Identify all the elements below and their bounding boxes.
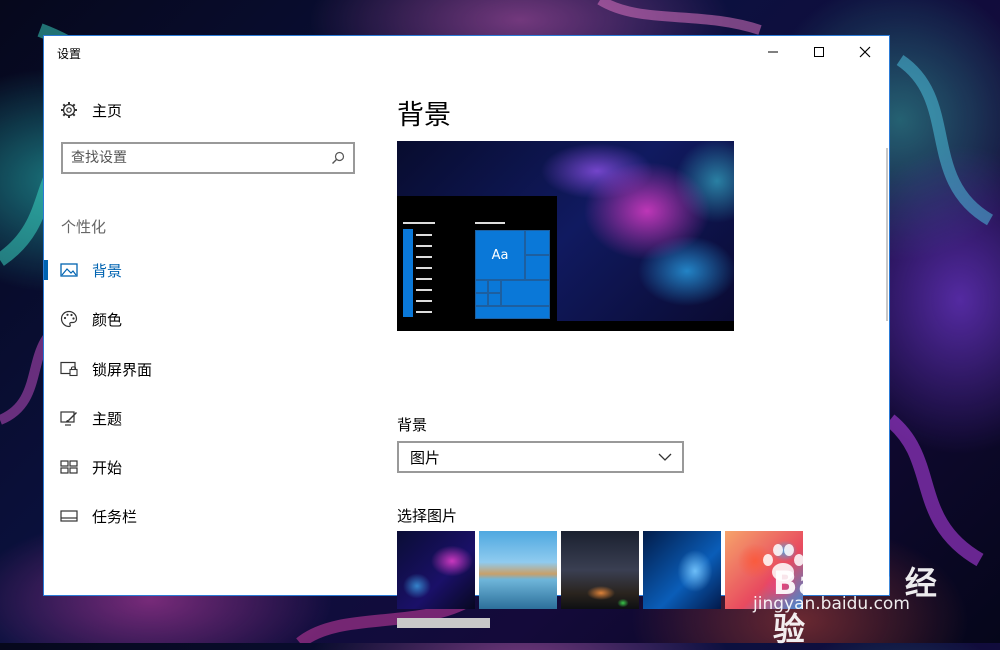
content-pane: 背景 Aa 背景 图片 选择图片 [397,68,889,628]
background-type-label: 背景 [397,416,428,434]
picture-thumbnail[interactable] [561,531,639,609]
picture-thumbnail[interactable] [643,531,721,609]
background-type-select[interactable]: 图片 [397,441,684,473]
sidebar-item-lock-screen[interactable]: 锁屏界面 [44,349,374,389]
watermark-url: jingyan.baidu.com [753,594,910,614]
sidebar-item-label: 任务栏 [92,507,138,526]
baidu-watermark: Bai du 经验 jingyan.baidu.com [753,538,943,648]
section-personalization: 个性化 [61,218,107,236]
minimize-icon [768,51,778,53]
picture-thumbnail[interactable] [397,531,475,609]
taskbar-icon [60,507,78,525]
settings-window: 设置 主页 查找设置 个性化 背景 颜色 锁屏界面 主题 开始 任务栏 背景 A… [43,35,890,628]
search-icon[interactable] [331,151,345,165]
search-input[interactable] [71,148,321,168]
start-grid-icon [60,458,78,476]
sidebar-item-label: 背景 [92,261,123,280]
vertical-scrollbar[interactable] [886,148,888,321]
maximize-icon [814,47,824,57]
sidebar-item-label: 开始 [92,458,123,477]
picture-thumbnail[interactable] [479,531,557,609]
palette-icon [60,310,78,328]
sidebar-item-label: 锁屏界面 [92,360,153,379]
minimize-button[interactable] [750,36,796,68]
preview-start-menu: Aa [397,196,557,331]
background-type-value: 图片 [410,448,441,467]
sidebar-item-themes[interactable]: 主题 [44,398,374,438]
chevron-down-icon [658,453,672,461]
title-bar[interactable]: 设置 [44,36,889,68]
search-box[interactable] [61,142,355,174]
window-title: 设置 [57,47,82,61]
sidebar: 主页 个性化 背景 颜色 锁屏界面 [44,68,374,595]
sidebar-item-colors[interactable]: 颜色 [44,299,374,339]
sidebar-item-label: 颜色 [92,310,123,329]
page-title: 背景 [397,100,451,131]
close-icon [859,46,871,58]
choose-picture-label: 选择图片 [397,507,458,525]
sidebar-item-start[interactable]: 开始 [44,447,374,487]
horizontal-scrollbar[interactable] [397,618,490,628]
close-button[interactable] [842,36,888,68]
picture-icon [60,261,78,279]
theme-brush-icon [60,409,78,427]
preview-tile: Aa [475,230,525,280]
sidebar-item-background[interactable]: 背景 [44,250,374,290]
home-link[interactable]: 主页 [60,99,122,121]
lock-screen-icon [60,360,78,378]
home-label: 主页 [92,101,123,120]
background-preview: Aa [397,141,734,331]
sidebar-item-label: 主题 [92,409,123,428]
maximize-button[interactable] [796,36,842,68]
sidebar-item-taskbar[interactable]: 任务栏 [44,496,374,536]
gear-icon [61,102,77,118]
